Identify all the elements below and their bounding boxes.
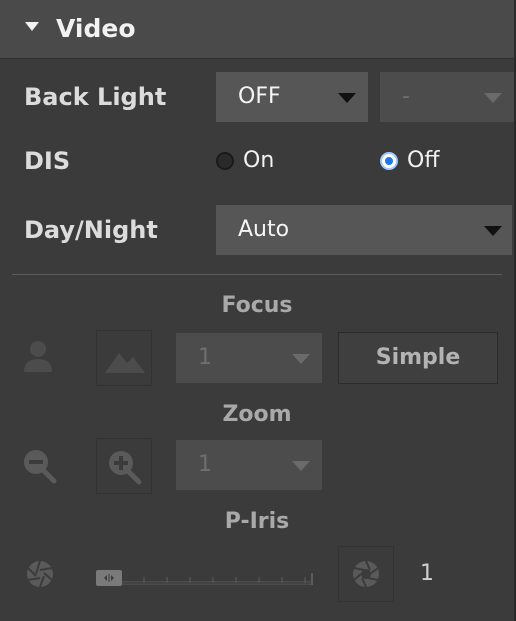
zoom-out-button[interactable]	[12, 438, 68, 494]
slider-grip-icon	[104, 574, 114, 582]
aperture-open-icon	[353, 560, 379, 588]
chevron-down-icon	[292, 354, 310, 364]
zoom-out-icon	[24, 450, 57, 484]
video-settings-panel: Video Back Light OFF - DIS On Off Day/Ni…	[0, 0, 516, 621]
chevron-down-icon	[338, 93, 356, 103]
zoom-title: Zoom	[222, 402, 292, 427]
dis-on-radio[interactable]	[216, 152, 234, 170]
zoom-step-value: 1	[198, 452, 212, 477]
back-light-mode-value: OFF	[238, 84, 281, 109]
zoom-in-button[interactable]	[96, 438, 152, 494]
person-icon	[24, 341, 52, 372]
focus-step-value: 1	[198, 345, 212, 370]
focus-step-select[interactable]: 1	[176, 333, 322, 383]
p-iris-slider-thumb[interactable]	[96, 570, 122, 586]
focus-near-button[interactable]	[12, 330, 68, 386]
zoom-in-icon	[109, 451, 142, 485]
aperture-close-icon	[27, 560, 53, 588]
video-section-header[interactable]: Video	[0, 0, 514, 59]
dis-off-radio[interactable]	[380, 152, 398, 170]
simple-button[interactable]: Simple	[338, 332, 498, 384]
dis-off-label[interactable]: Off	[407, 147, 439, 175]
dis-on-label[interactable]: On	[243, 147, 274, 175]
zoom-step-select[interactable]: 1	[176, 440, 322, 490]
collapse-triangle-icon[interactable]	[25, 22, 39, 31]
back-light-level-select[interactable]: -	[380, 72, 514, 122]
dis-label: DIS	[24, 147, 71, 175]
p-iris-title: P-Iris	[224, 509, 290, 534]
p-iris-value: 1	[420, 561, 434, 586]
chevron-down-icon	[484, 93, 502, 103]
back-light-label: Back Light	[24, 83, 167, 111]
day-night-value: Auto	[238, 217, 290, 242]
mountain-icon	[105, 353, 145, 373]
back-light-mode-select[interactable]: OFF	[216, 72, 368, 122]
back-light-level-value: -	[402, 84, 410, 109]
chevron-down-icon	[292, 461, 310, 471]
section-title: Video	[56, 14, 136, 43]
iris-open-button[interactable]	[338, 546, 394, 602]
focus-far-button[interactable]	[96, 330, 152, 386]
p-iris-slider-track[interactable]	[96, 565, 314, 587]
focus-title: Focus	[221, 293, 293, 318]
iris-close-button[interactable]	[12, 546, 68, 602]
day-night-select[interactable]: Auto	[216, 205, 512, 255]
day-night-label: Day/Night	[24, 216, 158, 244]
chevron-down-icon	[484, 226, 502, 236]
divider	[12, 274, 502, 275]
